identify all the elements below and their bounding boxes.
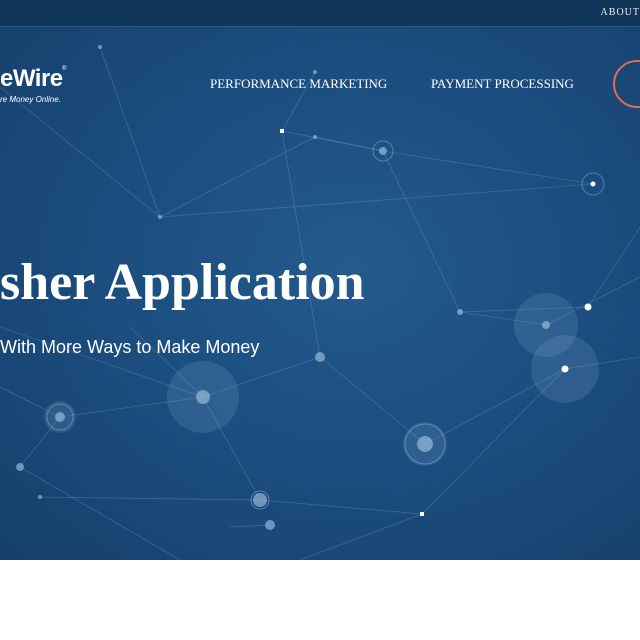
about-link[interactable]: ABOUT	[601, 7, 640, 18]
company-logo[interactable]: eWire ® re Money Online.	[0, 65, 80, 115]
hero-headline: sher Application	[0, 254, 365, 311]
nav-performance-marketing[interactable]: PERFORMANCE MARKETING	[210, 76, 387, 92]
logo-tagline: re Money Online.	[0, 95, 61, 104]
page-content-area	[0, 560, 640, 640]
hero-banner: eWire ® re Money Online. PERFORMANCE MAR…	[0, 27, 640, 560]
hero-subheadline: With More Ways to Make Money	[0, 337, 260, 357]
logo-wordmark: eWire	[0, 65, 63, 92]
top-utility-bar: ABOUT	[0, 0, 640, 27]
nav-payment-processing[interactable]: PAYMENT PROCESSING	[431, 76, 574, 92]
logo-registered-mark: ®	[62, 66, 67, 72]
